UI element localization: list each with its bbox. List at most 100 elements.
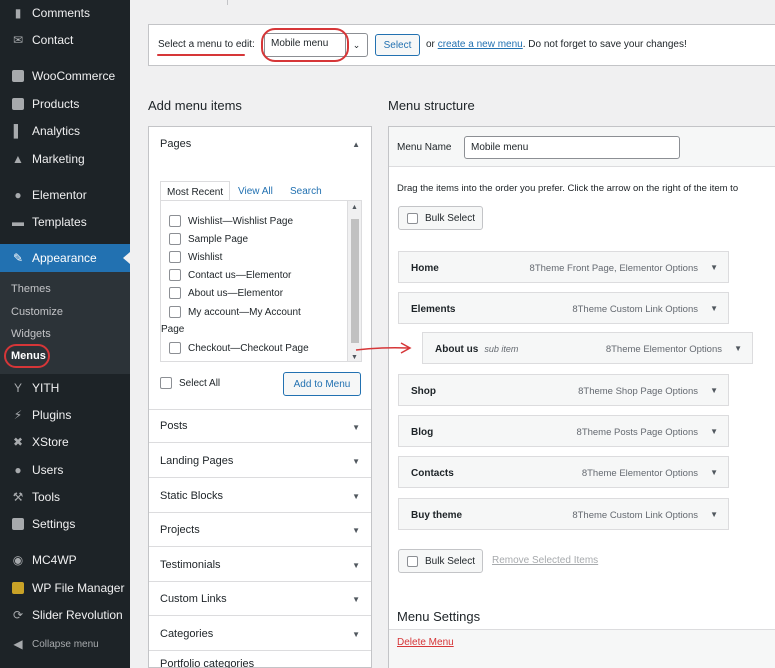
chevron-down-icon[interactable]: ▼	[710, 386, 718, 395]
tab-view-all[interactable]: View All	[232, 181, 279, 201]
menu-settings-heading: Menu Settings	[397, 609, 481, 624]
submenu-themes[interactable]: Themes	[11, 283, 51, 295]
chevron-down-icon: ▼	[352, 561, 360, 570]
sidebar-item-plugins[interactable]: ⚡ Plugins	[0, 401, 130, 429]
bulk-select-top[interactable]: Bulk Select	[398, 206, 483, 230]
menu-structure-heading: Menu structure	[388, 98, 475, 113]
submenu-widgets[interactable]: Widgets	[11, 328, 51, 340]
sidebar-item-xstore[interactable]: ✖ XStore	[0, 428, 130, 456]
add-menu-items-panel: Pages ▲ Most Recent View All Search Wish…	[148, 126, 372, 668]
file-manager-icon	[8, 578, 28, 598]
sidebar-item-settings[interactable]: Settings	[0, 510, 130, 538]
checkbox[interactable]	[169, 306, 181, 318]
sidebar-item-slider-revolution[interactable]: ⟳ Slider Revolution	[0, 601, 130, 629]
annotation-circle-menus	[4, 344, 50, 368]
sidebar-item-contact[interactable]: ✉ Contact	[0, 26, 130, 54]
checkbox[interactable]	[169, 342, 181, 354]
megaphone-icon: ▲	[12, 152, 24, 166]
menu-item-buy-theme[interactable]: Buy theme 8Theme Custom Link Options ▼	[398, 498, 729, 530]
sidebar-item-yith[interactable]: Y YITH	[0, 374, 130, 402]
checkbox[interactable]	[169, 233, 181, 245]
screen-tab-edge	[148, 0, 228, 5]
accordion-categories[interactable]: Categories ▼	[149, 617, 371, 651]
menu-item-contacts[interactable]: Contacts 8Theme Elementor Options ▼	[398, 456, 729, 488]
delete-menu-link[interactable]: Delete Menu	[397, 637, 454, 648]
menu-item-home[interactable]: Home 8Theme Front Page, Elementor Option…	[398, 251, 729, 283]
accordion-testimonials[interactable]: Testimonials ▼	[149, 548, 371, 582]
select-note: or create a new menu. Do not forget to s…	[426, 39, 687, 50]
menu-name-label: Menu Name	[397, 142, 452, 153]
list-item[interactable]: Wishlist	[169, 251, 222, 263]
sidebar-item-marketing[interactable]: ▲ Marketing	[0, 145, 130, 173]
checkbox[interactable]	[169, 215, 181, 227]
sidebar-item-products[interactable]: Products	[0, 90, 130, 118]
sidebar-item-analytics[interactable]: ▌ Analytics	[0, 117, 130, 145]
accordion-custom-links[interactable]: Custom Links ▼	[149, 582, 371, 616]
chevron-down-icon[interactable]: ▼	[710, 304, 718, 313]
annotation-circle-dropdown	[261, 28, 349, 62]
menu-name-input[interactable]: Mobile menu	[464, 136, 680, 159]
chevron-down-icon: ▼	[352, 423, 360, 432]
menu-item-about-us[interactable]: About us sub item 8Theme Elementor Option…	[422, 332, 753, 364]
list-item[interactable]: My account — My Account	[169, 306, 301, 318]
scroll-up-icon[interactable]: ▲	[351, 204, 358, 211]
submenu-customize[interactable]: Customize	[11, 306, 63, 318]
sidebar-collapse-menu[interactable]: ◀ Collapse menu	[0, 630, 130, 658]
list-item[interactable]: About us — Elementor	[169, 287, 283, 299]
sidebar-item-woocommerce[interactable]: WooCommerce	[0, 62, 130, 90]
menu-item-elements[interactable]: Elements 8Theme Custom Link Options ▼	[398, 292, 729, 324]
checkbox[interactable]	[169, 269, 181, 281]
scroll-thumb[interactable]	[351, 219, 359, 343]
select-button[interactable]: Select	[375, 34, 420, 56]
menu-name-header: Menu Name Mobile menu	[389, 127, 775, 167]
checkbox[interactable]	[169, 251, 181, 263]
list-item[interactable]: Wishlist — Wishlist Page	[169, 215, 293, 227]
menu-structure-panel: Menu Name Mobile menu Drag the items int…	[388, 126, 775, 668]
list-item[interactable]: Sample Page	[169, 233, 248, 245]
user-icon: ●	[14, 463, 22, 477]
bar-chart-icon: ▌	[13, 124, 23, 138]
chevron-down-icon[interactable]: ▼	[710, 468, 718, 477]
accordion-portfolio-categories[interactable]: Portfolio categories	[149, 652, 371, 668]
woocommerce-icon	[8, 66, 28, 86]
menu-item-blog[interactable]: Blog 8Theme Posts Page Options ▼	[398, 415, 729, 447]
remove-selected-link[interactable]: Remove Selected Items	[492, 555, 598, 566]
collapse-icon: ◀	[13, 637, 23, 651]
accordion-pages[interactable]: Pages ▲	[149, 127, 371, 161]
select-all-checkbox[interactable]: Select All	[160, 377, 220, 389]
accordion-landing-pages[interactable]: Landing Pages ▼	[149, 444, 371, 478]
add-to-menu-button[interactable]: Add to Menu	[283, 372, 361, 396]
sidebar-item-elementor[interactable]: ● Elementor	[0, 181, 130, 209]
accordion-static-blocks[interactable]: Static Blocks ▼	[149, 479, 371, 513]
sidebar-item-appearance[interactable]: ✎ Appearance	[0, 244, 130, 272]
sidebar-item-templates[interactable]: ▬ Templates	[0, 208, 130, 236]
menu-item-shop[interactable]: Shop 8Theme Shop Page Options ▼	[398, 374, 729, 406]
chevron-down-icon: ▼	[352, 630, 360, 639]
pages-scrollbar[interactable]: ▲ ▼	[347, 201, 361, 361]
comment-icon: ▮	[14, 6, 22, 20]
list-item[interactable]: Checkout — Checkout Page	[169, 342, 309, 354]
sidebar-item-comments[interactable]: ▮ Comments	[0, 0, 130, 27]
list-item[interactable]: Contact us — Elementor	[169, 269, 291, 281]
create-new-menu-link[interactable]: create a new menu	[438, 39, 523, 50]
current-arrow	[123, 252, 130, 264]
sidebar-item-wp-file-manager[interactable]: WP File Manager	[0, 574, 130, 602]
chevron-down-icon[interactable]: ▼	[710, 263, 718, 272]
sidebar-item-mc4wp[interactable]: ◉ MC4WP	[0, 546, 130, 574]
chevron-down-icon[interactable]: ▼	[734, 344, 742, 353]
tab-search[interactable]: Search	[284, 181, 328, 201]
sidebar-item-users[interactable]: ● Users	[0, 456, 130, 484]
bulk-select-bottom[interactable]: Bulk Select	[398, 549, 483, 573]
chevron-down-icon[interactable]: ▼	[710, 510, 718, 519]
accordion-projects[interactable]: Projects ▼	[149, 513, 371, 547]
tab-most-recent[interactable]: Most Recent	[160, 181, 231, 201]
chevron-down-icon: ▼	[352, 595, 360, 604]
archive-icon	[8, 94, 28, 114]
accordion-posts[interactable]: Posts ▼	[149, 409, 371, 443]
sidebar-item-tools[interactable]: ⚒ Tools	[0, 483, 130, 511]
chevron-down-icon[interactable]: ▼	[710, 427, 718, 436]
pages-checklist: Wishlist — Wishlist Page Sample Page Wis…	[160, 200, 362, 362]
chevron-down-icon: ▼	[352, 457, 360, 466]
checkbox[interactable]	[169, 287, 181, 299]
xstore-icon: ✖	[12, 435, 24, 449]
